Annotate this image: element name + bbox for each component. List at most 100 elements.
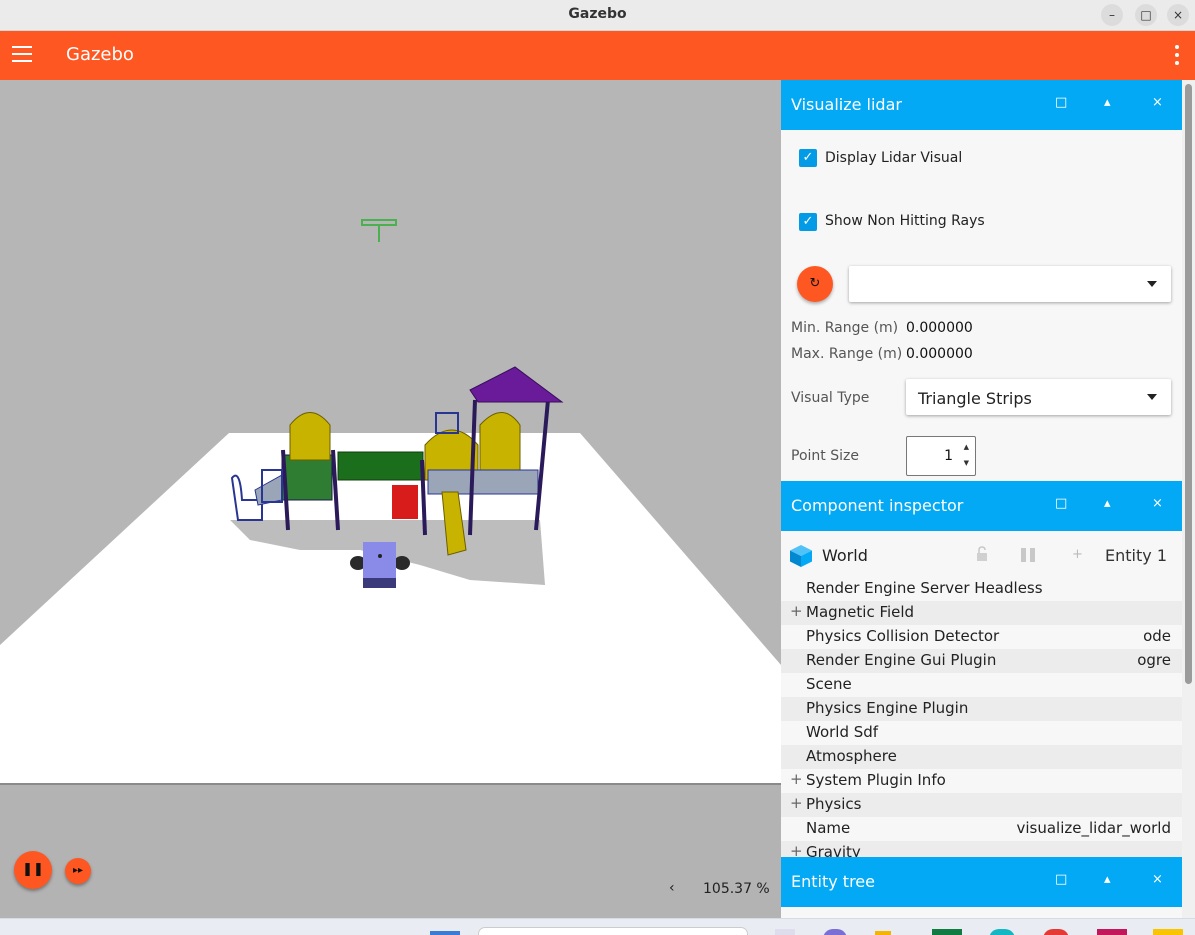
max-range-label: Max. Range (m) [791, 346, 903, 362]
component-name: Atmosphere [806, 747, 897, 765]
close-icon[interactable]: × [1152, 496, 1163, 511]
taskbar-app-icon[interactable] [1097, 929, 1127, 935]
component-name: Render Engine Gui Plugin [806, 651, 997, 669]
component-row: Physics Engine Plugin [781, 697, 1182, 721]
more-options-icon[interactable] [1175, 45, 1181, 69]
visual-type-value: Triangle Strips [918, 389, 1032, 408]
component-name: Magnetic Field [806, 603, 915, 621]
scene-3d-viewport[interactable]: ❚❚ ▸▸ ‹ 105.37 % [0, 80, 781, 918]
playback-bar: ❚❚ ▸▸ ‹ 105.37 % [0, 783, 781, 918]
scene-render [0, 219, 781, 783]
taskbar-app-icon[interactable] [1043, 929, 1069, 935]
taskbar-search[interactable] [478, 927, 748, 935]
spin-down-icon[interactable]: ▼ [964, 459, 969, 467]
topic-dropdown[interactable] [849, 266, 1171, 302]
component-row: World Sdf [781, 721, 1182, 745]
taskbar-app-icon[interactable] [989, 929, 1015, 935]
max-range-value: 0.000000 [906, 346, 973, 362]
component-value: ogre [1137, 651, 1171, 669]
component-name: System Plugin Info [806, 771, 946, 789]
add-icon[interactable]: + [1072, 547, 1083, 562]
expand-icon[interactable]: + [790, 770, 803, 788]
dropdown-arrow-icon [1147, 281, 1157, 287]
component-value: ode [1143, 627, 1171, 645]
component-name: Physics Engine Plugin [806, 699, 969, 717]
taskbar-app-icon[interactable] [932, 929, 962, 935]
os-taskbar [0, 918, 1195, 935]
expand-icon[interactable]: + [790, 794, 803, 812]
component-row: Render Engine Gui Plugin ogre [781, 649, 1182, 673]
refresh-icon: ↻ [809, 276, 821, 291]
component-row[interactable]: + Physics [781, 793, 1182, 817]
component-row[interactable]: + System Plugin Info [781, 769, 1182, 793]
step-button[interactable]: ▸▸ [65, 858, 91, 884]
component-row[interactable]: + Gravity [781, 841, 1182, 857]
point-size-value: 1 [944, 448, 953, 464]
component-name: World Sdf [806, 723, 879, 741]
inspector-panel-header: Component inspector □ ▴ × [781, 481, 1182, 531]
dropdown-arrow-icon [1147, 394, 1157, 400]
entity-name: World [822, 546, 868, 565]
lidar-panel-header: Visualize lidar □ ▴ × [781, 80, 1182, 130]
collapse-icon[interactable]: ▴ [1104, 95, 1111, 110]
refresh-button[interactable]: ↻ [797, 266, 833, 302]
lidar-panel-title: Visualize lidar [791, 95, 902, 114]
start-icon[interactable] [430, 931, 460, 935]
pause-icon[interactable] [1020, 548, 1036, 562]
component-row: Render Engine Server Headless [781, 577, 1182, 601]
taskbar-app-icon[interactable] [1153, 929, 1183, 935]
entity-id: Entity 1 [1105, 546, 1167, 565]
unlock-icon[interactable] [975, 546, 989, 562]
window-titlebar: Gazebo – □ × [0, 0, 1195, 31]
hamburger-menu-icon[interactable] [12, 46, 32, 64]
undock-icon[interactable]: □ [1055, 872, 1067, 887]
component-row: Scene [781, 673, 1182, 697]
component-name: Physics [806, 795, 862, 813]
entity-tree-panel-title: Entity tree [791, 872, 875, 891]
component-name: Render Engine Server Headless [806, 579, 1043, 597]
undock-icon[interactable]: □ [1055, 496, 1067, 511]
component-name: Gravity [806, 843, 861, 857]
component-row[interactable]: + Magnetic Field [781, 601, 1182, 625]
component-list: Render Engine Server Headless + Magnetic F… [781, 577, 1182, 857]
minimize-button[interactable]: – [1101, 4, 1123, 26]
component-name: Name [806, 819, 851, 837]
show-non-hitting-rays-checkbox[interactable]: ✓ [799, 213, 817, 231]
taskbar-app-icon[interactable] [875, 931, 891, 935]
close-window-button[interactable]: × [1167, 4, 1189, 26]
display-lidar-checkbox[interactable]: ✓ [799, 149, 817, 167]
app-bar: Gazebo [0, 31, 1195, 80]
ground-plane [0, 433, 781, 783]
chevron-left-icon[interactable]: ‹ [669, 880, 675, 896]
collapse-icon[interactable]: ▴ [1104, 496, 1111, 511]
entity-tree [781, 907, 1182, 918]
expand-icon[interactable]: + [790, 602, 803, 620]
entity-header: World + Entity 1 [781, 531, 1182, 580]
min-range-label: Min. Range (m) [791, 320, 899, 336]
component-inspector: World + Entity 1 Render Engine Server He… [781, 531, 1182, 857]
spin-up-icon[interactable]: ▲ [964, 443, 969, 451]
maximize-button[interactable]: □ [1135, 4, 1157, 26]
close-icon[interactable]: × [1152, 872, 1163, 887]
inspector-panel-title: Component inspector [791, 496, 964, 515]
close-icon[interactable]: × [1152, 95, 1163, 110]
point-size-spinbox[interactable]: 1 ▲ ▼ [906, 436, 976, 476]
right-scrollbar[interactable] [1182, 80, 1195, 918]
component-row: Name visualize_lidar_world [781, 817, 1182, 841]
component-row: Atmosphere [781, 745, 1182, 769]
pause-button[interactable]: ❚❚ [14, 851, 52, 889]
cube-icon [790, 545, 812, 567]
taskbar-app-icon[interactable] [775, 929, 795, 935]
taskbar-app-icon[interactable] [823, 929, 847, 935]
app-title: Gazebo [66, 44, 134, 65]
collapse-icon[interactable]: ▴ [1104, 872, 1111, 887]
visual-type-dropdown[interactable]: Triangle Strips [906, 379, 1171, 415]
component-name: Scene [806, 675, 852, 693]
entity-tree-panel-header: Entity tree □ ▴ × [781, 857, 1182, 907]
expand-icon[interactable]: + [790, 842, 803, 857]
undock-icon[interactable]: □ [1055, 95, 1067, 110]
scrollbar-thumb[interactable] [1185, 84, 1192, 684]
component-row: Physics Collision Detector ode [781, 625, 1182, 649]
point-size-label: Point Size [791, 448, 859, 464]
zoom-level: 105.37 % [703, 881, 770, 897]
